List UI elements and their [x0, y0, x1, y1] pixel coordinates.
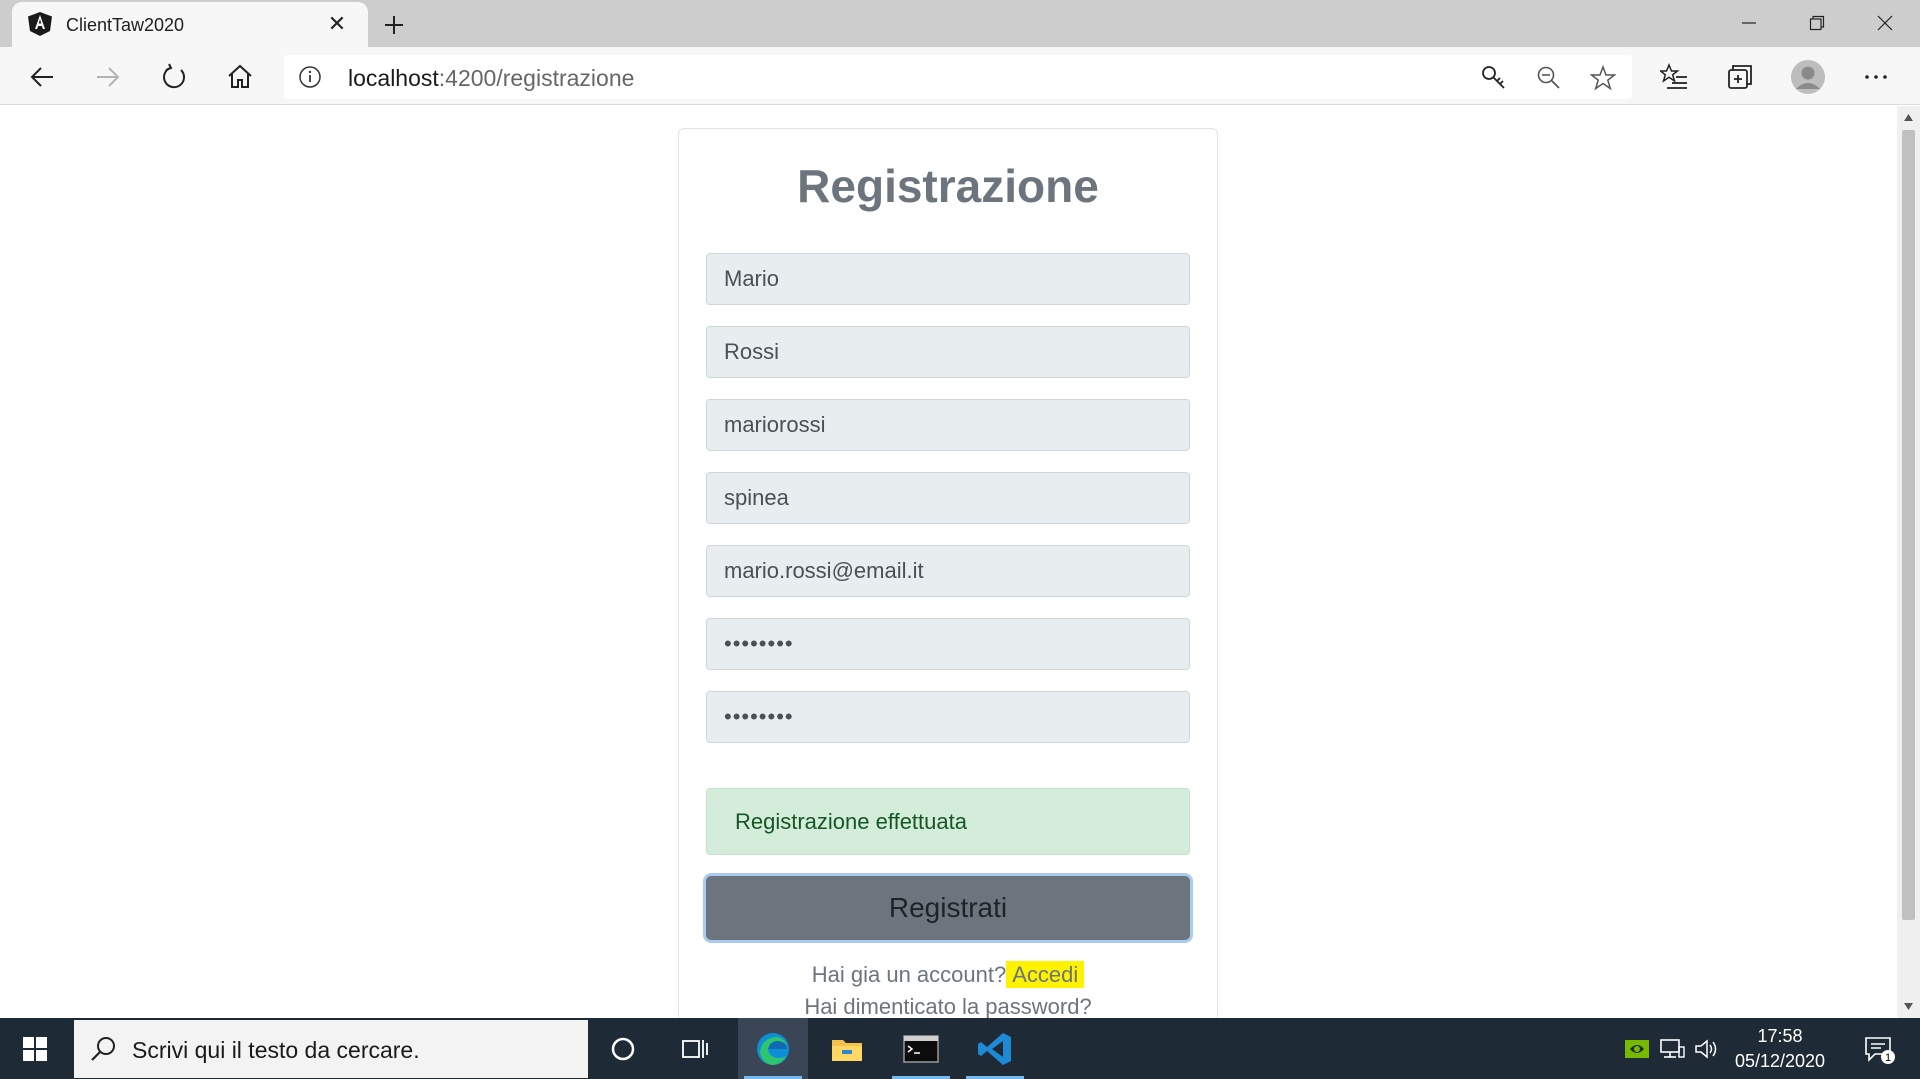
task-view-icon[interactable] [660, 1018, 730, 1079]
email-field[interactable] [706, 545, 1190, 597]
url-text[interactable]: localhost:4200/registrazione [348, 65, 634, 92]
key-icon[interactable] [1479, 63, 1509, 93]
page-title: Registrazione [797, 160, 1099, 212]
city-field[interactable] [706, 472, 1190, 524]
favorites-icon[interactable] [1654, 57, 1694, 97]
browser-tab[interactable]: ClientTaw2020 ✕ [12, 2, 368, 47]
back-icon[interactable] [22, 57, 62, 97]
close-window-icon[interactable] [1850, 0, 1920, 45]
search-placeholder: Scrivi qui il testo da cercare. [132, 1037, 420, 1063]
auth-links: Hai gia un account? Accedi Hai dimenticat… [679, 959, 1217, 1018]
clock-date: 05/12/2020 [1734, 1051, 1826, 1071]
browser-titlebar: ClientTaw2020 ✕ [0, 0, 1920, 47]
restore-icon[interactable] [1782, 0, 1852, 45]
minimize-icon[interactable] [1714, 0, 1784, 45]
login-line: Hai gia un account? Accedi [679, 959, 1217, 991]
more-menu-icon[interactable] [1856, 57, 1896, 97]
info-icon[interactable] [298, 65, 322, 89]
edge-taskbar-icon[interactable] [738, 1018, 808, 1079]
notifications-icon[interactable]: 1 [1854, 1018, 1904, 1079]
favorite-star-icon[interactable] [1588, 63, 1618, 93]
scroll-down-icon[interactable] [1903, 1001, 1914, 1012]
nvidia-icon[interactable] [1620, 1018, 1654, 1079]
terminal-icon[interactable] [886, 1018, 956, 1079]
windows-taskbar: Scrivi qui il testo da cercare. 17:58 05… [0, 1018, 1920, 1079]
browser-toolbar: localhost:4200/registrazione [0, 47, 1920, 105]
address-bar[interactable]: localhost:4200/registrazione [284, 55, 1632, 99]
windows-start-icon[interactable] [0, 1018, 70, 1079]
profile-avatar-icon[interactable] [1788, 57, 1828, 97]
file-explorer-icon[interactable] [812, 1018, 882, 1079]
url-path: :4200/registrazione [438, 65, 635, 91]
zoom-out-icon[interactable] [1534, 63, 1564, 93]
forgot-password-link[interactable]: Hai dimenticato la password? [679, 991, 1217, 1018]
scroll-thumb[interactable] [1902, 130, 1915, 920]
page-scrollbar[interactable] [1897, 106, 1920, 1018]
url-host: localhost [348, 65, 439, 91]
refresh-icon[interactable] [154, 57, 194, 97]
home-icon[interactable] [220, 57, 260, 97]
search-icon [91, 1037, 115, 1061]
confirm-password-field[interactable] [706, 691, 1190, 743]
forward-icon[interactable] [88, 57, 128, 97]
scroll-up-icon[interactable] [1903, 112, 1914, 123]
username-field[interactable] [706, 399, 1190, 451]
register-button[interactable]: Registrati [706, 876, 1190, 940]
new-tab-icon[interactable] [378, 9, 410, 41]
have-account-text: Hai gia un account? [811, 962, 1007, 987]
network-icon[interactable] [1655, 1018, 1689, 1079]
success-alert: Registrazione effettuata [706, 788, 1190, 855]
vscode-icon[interactable] [960, 1018, 1030, 1079]
taskbar-search[interactable]: Scrivi qui il testo da cercare. [74, 1020, 588, 1078]
password-field[interactable] [706, 618, 1190, 670]
collections-icon[interactable] [1720, 57, 1760, 97]
angular-icon [28, 12, 52, 36]
last-name-field[interactable] [706, 326, 1190, 378]
first-name-field[interactable] [706, 253, 1190, 305]
notification-count: 1 [1885, 1052, 1891, 1064]
tab-title: ClientTaw2020 [66, 15, 185, 35]
clock-time: 17:58 [1757, 1026, 1803, 1046]
registration-card: Registrazione Registrazione effettuata R… [678, 128, 1218, 1018]
taskbar-clock[interactable]: 17:58 05/12/2020 [1720, 1024, 1840, 1074]
login-link[interactable]: Accedi [1006, 961, 1085, 988]
page-viewport: Registrazione Registrazione effettuata R… [0, 106, 1897, 1018]
volume-icon[interactable] [1690, 1018, 1724, 1079]
cortana-icon[interactable] [588, 1018, 658, 1079]
close-tab-icon[interactable]: ✕ [324, 11, 350, 37]
